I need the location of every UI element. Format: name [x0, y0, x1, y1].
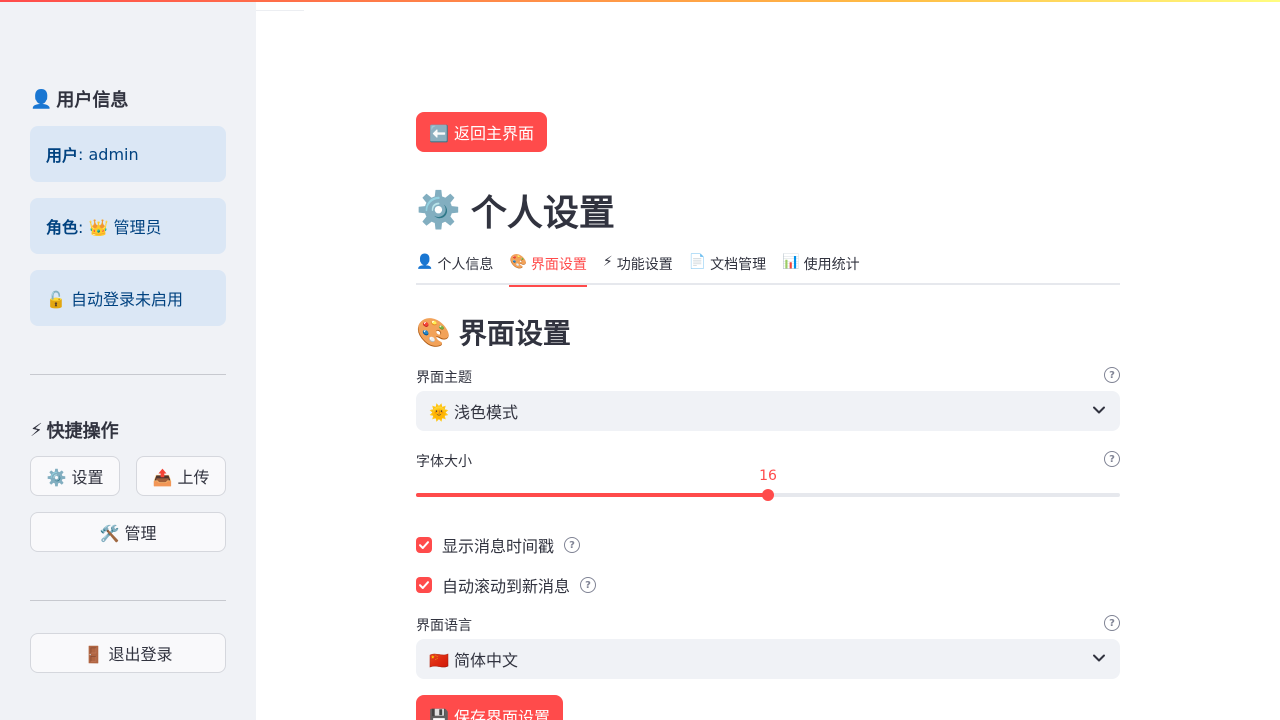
back-to-main-button[interactable]: ⬅️ 返回主界面 [416, 112, 548, 152]
auto-scroll-label: 自动滚动到新消息 [442, 577, 571, 596]
tab-label: 个人信息 [437, 257, 494, 273]
slider-value: 16 [759, 468, 777, 484]
page-title: ⚙️ 个人设置 [416, 184, 615, 236]
settings-tabs: 👤 个人信息 🎨 界面设置 ⚡ 功能设置 📄 文档管理 📊 使用统计 [416, 252, 1120, 287]
chart-icon: 📊 [782, 254, 800, 270]
quick-actions-title: 快捷操作 [46, 421, 119, 442]
slider-fill [416, 493, 768, 497]
help-icon[interactable]: ? [1104, 451, 1120, 467]
document-icon: 📄 [688, 254, 707, 270]
user-info-box: 用户 : admin [30, 126, 226, 182]
language-select-value: 🇨🇳 简体中文 [429, 651, 519, 670]
tab-label: 功能设置 [616, 257, 673, 273]
chevron-down-icon [1093, 406, 1105, 414]
tab-label: 界面设置 [530, 257, 587, 273]
font-size-slider[interactable]: 16 [416, 468, 1120, 501]
top-decoration-bar [0, 0, 1280, 2]
chevron-down-icon [1093, 654, 1105, 662]
role-label: 角色 [46, 218, 79, 237]
section-title-text: 界面设置 [458, 317, 571, 350]
settings-button-label: ⚙️ 设置 [46, 468, 104, 487]
check-icon [419, 581, 429, 589]
logout-button-label: 🚪 退出登录 [83, 645, 173, 664]
user-value: : admin [78, 144, 139, 164]
settings-button[interactable]: ⚙️ 设置 [30, 456, 120, 496]
back-button-label: ⬅️ 返回主界面 [429, 124, 535, 143]
tab-label: 文档管理 [710, 257, 767, 273]
checkbox[interactable] [416, 537, 432, 553]
language-label: 界面语言 [416, 618, 472, 634]
sidebar-divider [30, 600, 226, 601]
show-timestamp-option[interactable]: 显示消息时间戳 ? [416, 533, 581, 557]
quick-actions-heading: ⚡ 快捷操作 [30, 417, 119, 443]
help-icon[interactable]: ? [564, 537, 581, 553]
autologin-status: 🔓 自动登录未启用 [46, 290, 184, 309]
tab-interface[interactable]: 🎨 界面设置 [509, 252, 588, 287]
theme-select-value: 🌞 浅色模式 [429, 403, 519, 422]
theme-label: 界面主题 [416, 370, 472, 386]
palette-icon: 🎨 [509, 254, 527, 270]
sidebar-divider [30, 374, 226, 375]
user-info-title: 用户信息 [56, 90, 129, 111]
role-value: : 👑 管理员 [78, 218, 162, 237]
main-content [256, 0, 1280, 720]
help-icon[interactable]: ? [1104, 615, 1120, 631]
logout-button[interactable]: 🚪 退出登录 [30, 633, 226, 673]
tab-features[interactable]: ⚡ 功能设置 [603, 252, 673, 285]
font-size-label: 字体大小 [416, 454, 472, 470]
upload-button-label: 📤 上传 [152, 468, 210, 487]
save-button-label: 💾 保存界面设置 [429, 708, 551, 720]
palette-icon: 🎨 [416, 315, 451, 349]
help-icon[interactable]: ? [1104, 367, 1120, 383]
upload-button[interactable]: 📤 上传 [136, 456, 226, 496]
theme-select[interactable]: 🌞 浅色模式 [416, 391, 1120, 431]
user-label: 用户 [46, 146, 79, 165]
manage-button[interactable]: 🛠️ 管理 [30, 512, 226, 552]
help-icon[interactable]: ? [580, 577, 597, 593]
manage-button-label: 🛠️ 管理 [99, 524, 157, 543]
tab-label: 使用统计 [803, 257, 860, 273]
tab-documents[interactable]: 📄 文档管理 [689, 252, 766, 285]
role-info-box: 角色 : 👑 管理员 [30, 198, 226, 254]
language-select[interactable]: 🇨🇳 简体中文 [416, 639, 1120, 679]
gear-icon: ⚙️ [416, 190, 461, 231]
user-icon: 👤 [416, 254, 434, 270]
show-timestamp-label: 显示消息时间戳 [442, 537, 555, 556]
header-divider [256, 10, 304, 11]
sidebar: 👤 用户信息 用户 : admin 角色 : 👑 管理员 🔓 自动登录未启用 ⚡… [0, 0, 256, 720]
save-interface-settings-button[interactable]: 💾 保存界面设置 [416, 695, 564, 720]
checkbox[interactable] [416, 577, 432, 593]
user-icon: 👤 [30, 88, 53, 110]
tab-profile[interactable]: 👤 个人信息 [416, 252, 493, 285]
check-icon [419, 541, 429, 549]
tab-statistics[interactable]: 📊 使用统计 [782, 252, 859, 285]
lightning-icon: ⚡ [30, 419, 43, 441]
lightning-icon: ⚡ [602, 254, 613, 270]
page-title-text: 个人设置 [470, 193, 615, 234]
autologin-info-box: 🔓 自动登录未启用 [30, 270, 226, 326]
section-title: 🎨 界面设置 [416, 312, 571, 352]
user-info-heading: 👤 用户信息 [30, 86, 128, 112]
slider-thumb[interactable] [762, 489, 774, 501]
auto-scroll-option[interactable]: 自动滚动到新消息 ? [416, 573, 597, 597]
